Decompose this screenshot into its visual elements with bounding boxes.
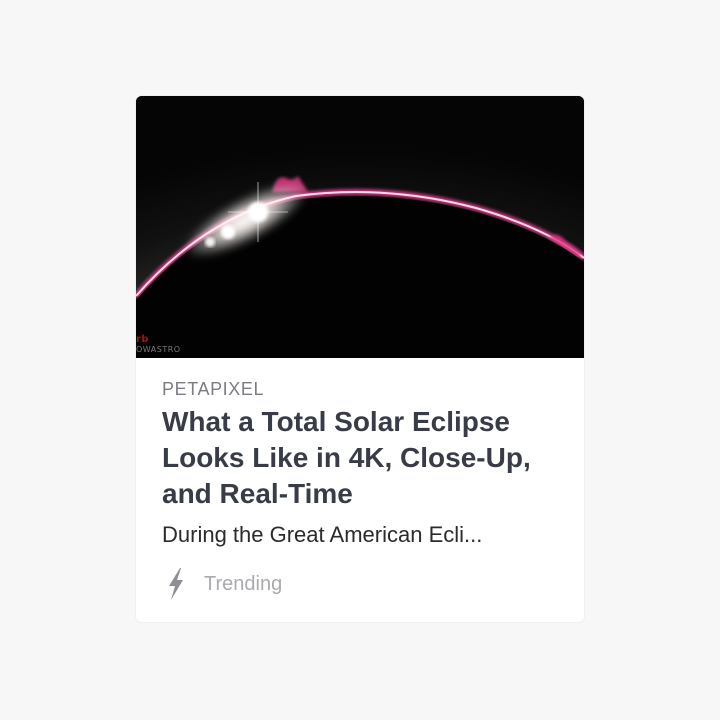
- trending-tag: Trending: [166, 568, 282, 600]
- card-body: PETAPIXEL What a Total Solar Eclipse Loo…: [162, 378, 562, 550]
- news-card[interactable]: rb OWASTRO PETAPIXEL What a Total Solar …: [136, 96, 584, 622]
- article-title[interactable]: What a Total Solar Eclipse Looks Like in…: [162, 404, 562, 512]
- watermark-logo: rb: [136, 334, 150, 345]
- trending-label: Trending: [204, 572, 283, 595]
- image-watermark: rb OWASTRO: [136, 335, 181, 354]
- lightning-bolt-icon: [169, 568, 183, 600]
- article-source: PETAPIXEL: [162, 379, 265, 399]
- eclipse-image: [136, 96, 584, 358]
- article-description: During the Great American Ecli...: [162, 522, 483, 547]
- article-image[interactable]: rb OWASTRO: [136, 96, 584, 358]
- watermark-text: OWASTRO: [136, 345, 181, 354]
